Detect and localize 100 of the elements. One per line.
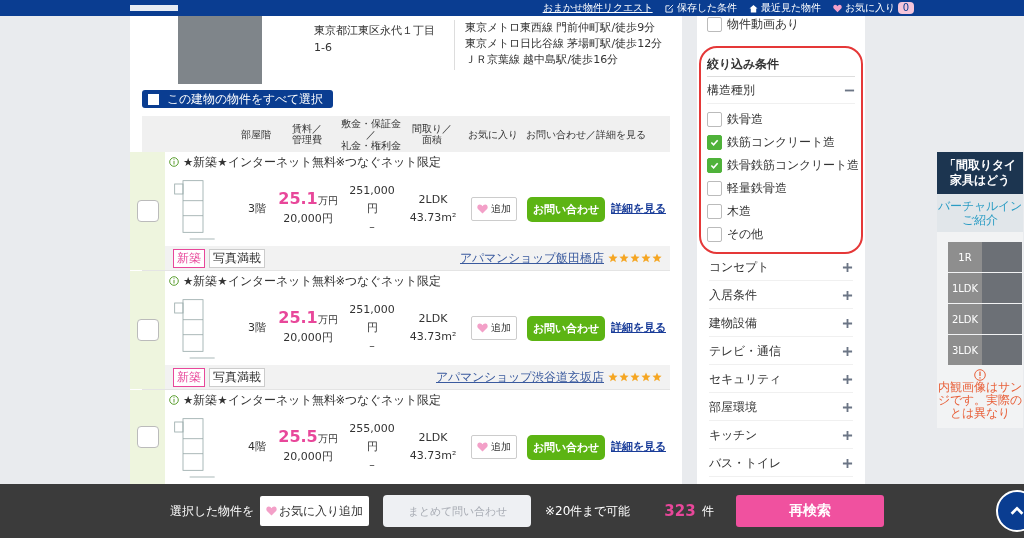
deposit-cell-text: 円 bbox=[365, 439, 379, 455]
bar-label: 選択した物件を bbox=[170, 502, 254, 520]
rent-price: 25.1万円 bbox=[277, 309, 339, 329]
deposit-cell-text: 255,000 bbox=[348, 421, 396, 437]
shop-link[interactable]: アパマンショップ飯田橋店 bbox=[460, 250, 604, 266]
floor-cell-text: 3階 bbox=[247, 201, 267, 217]
expand-icon[interactable] bbox=[842, 457, 853, 469]
expand-icon[interactable] bbox=[842, 261, 853, 273]
section-label: 部屋環境 bbox=[709, 399, 757, 415]
heart-icon bbox=[266, 506, 277, 516]
listing-tag: 写真満載 bbox=[209, 248, 265, 268]
checkbox[interactable] bbox=[707, 181, 722, 196]
checkbox[interactable] bbox=[707, 16, 722, 32]
column-header: 礼金・権利金 bbox=[340, 139, 402, 151]
column-header: 管理費 bbox=[291, 134, 323, 145]
expand-icon[interactable] bbox=[842, 289, 853, 301]
details-link[interactable]: 詳細を見る bbox=[611, 319, 666, 337]
section-label: テレビ・通信 bbox=[709, 343, 781, 359]
checkbox-label: 軽量鉄骨造 bbox=[727, 181, 787, 196]
section-label: 建物設備 bbox=[709, 315, 757, 331]
checkbox[interactable] bbox=[707, 112, 722, 127]
checkbox[interactable] bbox=[707, 158, 722, 173]
area-cell-text: 43.73m² bbox=[408, 210, 458, 226]
expand-icon[interactable] bbox=[842, 317, 853, 329]
info-icon bbox=[169, 395, 179, 405]
listing-tag: 写真満載 bbox=[209, 367, 265, 387]
heart-icon bbox=[477, 323, 488, 333]
photo-placeholder bbox=[982, 273, 1022, 303]
checkbox[interactable] bbox=[707, 135, 722, 150]
nav-link[interactable]: 保存した条件 bbox=[676, 1, 737, 15]
station-access: 東京メトロ日比谷線 茅場町駅/徒歩12分 bbox=[465, 36, 663, 52]
checkbox[interactable] bbox=[707, 227, 722, 242]
listing-note: ★新築★インターネット無料※つなぐネット限定 bbox=[183, 273, 442, 289]
floor-cell-text: 3階 bbox=[247, 320, 267, 336]
section-label: 構造種別 bbox=[707, 82, 755, 98]
layout-cell-text: 2LDK bbox=[417, 430, 449, 446]
deposit-cell-text: 円 bbox=[365, 201, 379, 217]
building-address: 1-6 bbox=[314, 40, 333, 56]
checkbox-label: 鉄筋コンクリート造 bbox=[727, 135, 835, 150]
limit-note: ※20件まで可能 bbox=[545, 502, 631, 520]
area-cell-text: 43.73m² bbox=[408, 448, 458, 464]
edit-icon bbox=[664, 3, 674, 13]
section-label: コンセプト bbox=[709, 259, 769, 275]
favorite-add-button[interactable]: 追加 bbox=[471, 316, 517, 340]
listing-checkbox[interactable] bbox=[137, 200, 159, 222]
favorite-add-button[interactable]: 追加 bbox=[471, 197, 517, 221]
select-all-button[interactable]: この建物の物件をすべて選択 bbox=[142, 90, 333, 108]
section-label: バス・トイレ bbox=[709, 455, 781, 471]
checkbox[interactable] bbox=[707, 204, 722, 219]
photo-placeholder bbox=[982, 335, 1022, 365]
column-header: 面積 bbox=[422, 134, 443, 145]
key-money-cell-text: – bbox=[368, 338, 376, 354]
building-address: 東京都江東区永代１丁目 bbox=[314, 23, 436, 39]
details-link[interactable]: 詳細を見る bbox=[611, 200, 666, 218]
ad-title: 「間取りタイ bbox=[943, 158, 1017, 173]
photo-placeholder bbox=[982, 304, 1022, 334]
listing-checkbox[interactable] bbox=[137, 426, 159, 448]
star-icon bbox=[630, 372, 640, 382]
filter-title: 絞り込み条件 bbox=[707, 52, 855, 77]
room-type-label: 1R bbox=[957, 250, 973, 265]
room-type-label: 2LDK bbox=[950, 312, 980, 327]
info-icon bbox=[169, 276, 179, 286]
star-icon bbox=[652, 372, 662, 382]
favorite-add-button[interactable]: 追加 bbox=[471, 435, 517, 459]
listing-tag: 新築 bbox=[173, 248, 205, 268]
expand-icon[interactable] bbox=[842, 373, 853, 385]
management-fee: 20,000円 bbox=[282, 449, 334, 465]
favorite-add-button[interactable]: お気に入り追加 bbox=[260, 496, 369, 526]
nav-link[interactable]: お気に入り bbox=[844, 1, 895, 15]
checkbox-label: 鉄骨鉄筋コンクリート造 bbox=[727, 158, 859, 173]
listing-note: ★新築★インターネット無料※つなぐネット限定 bbox=[183, 154, 442, 170]
section-label: キッチン bbox=[709, 427, 757, 443]
listing-tag: 新築 bbox=[173, 367, 205, 387]
details-link[interactable]: 詳細を見る bbox=[611, 438, 666, 456]
expand-icon[interactable] bbox=[842, 401, 853, 413]
check-icon bbox=[710, 161, 719, 170]
nav-link[interactable]: おまかせ物件リクエスト bbox=[542, 1, 653, 15]
column-header: 敷金・保証金 bbox=[340, 117, 402, 129]
star-icon bbox=[608, 372, 618, 382]
column-header: 間取り／ bbox=[411, 123, 453, 134]
station-access: ＪＲ京葉線 越中島駅/徒歩16分 bbox=[465, 52, 620, 68]
expand-icon[interactable] bbox=[842, 345, 853, 357]
ad-notice: とは異なり bbox=[949, 407, 1011, 420]
star-icon bbox=[641, 253, 651, 263]
star-icon bbox=[619, 253, 629, 263]
logo-drawing bbox=[130, 5, 178, 11]
nav-link[interactable]: 最近見た物件 bbox=[760, 1, 821, 15]
listing-note: ★新築★インターネット無料※つなぐネット限定 bbox=[183, 392, 442, 408]
result-count: 323 bbox=[664, 502, 696, 520]
listing-checkbox[interactable] bbox=[137, 319, 159, 341]
key-money-cell-text: – bbox=[368, 219, 376, 235]
star-icon bbox=[619, 372, 629, 382]
rent-price: 25.1万円 bbox=[277, 190, 339, 210]
expand-icon[interactable] bbox=[842, 429, 853, 441]
deposit-cell-text: 251,000 bbox=[348, 302, 396, 318]
floor-cell-text: 4階 bbox=[247, 439, 267, 455]
shop-link[interactable]: アパマンショップ渋谷道玄坂店 bbox=[436, 369, 604, 385]
heart-icon bbox=[832, 3, 842, 13]
deposit-cell-text: 251,000 bbox=[348, 183, 396, 199]
star-icon bbox=[641, 372, 651, 382]
